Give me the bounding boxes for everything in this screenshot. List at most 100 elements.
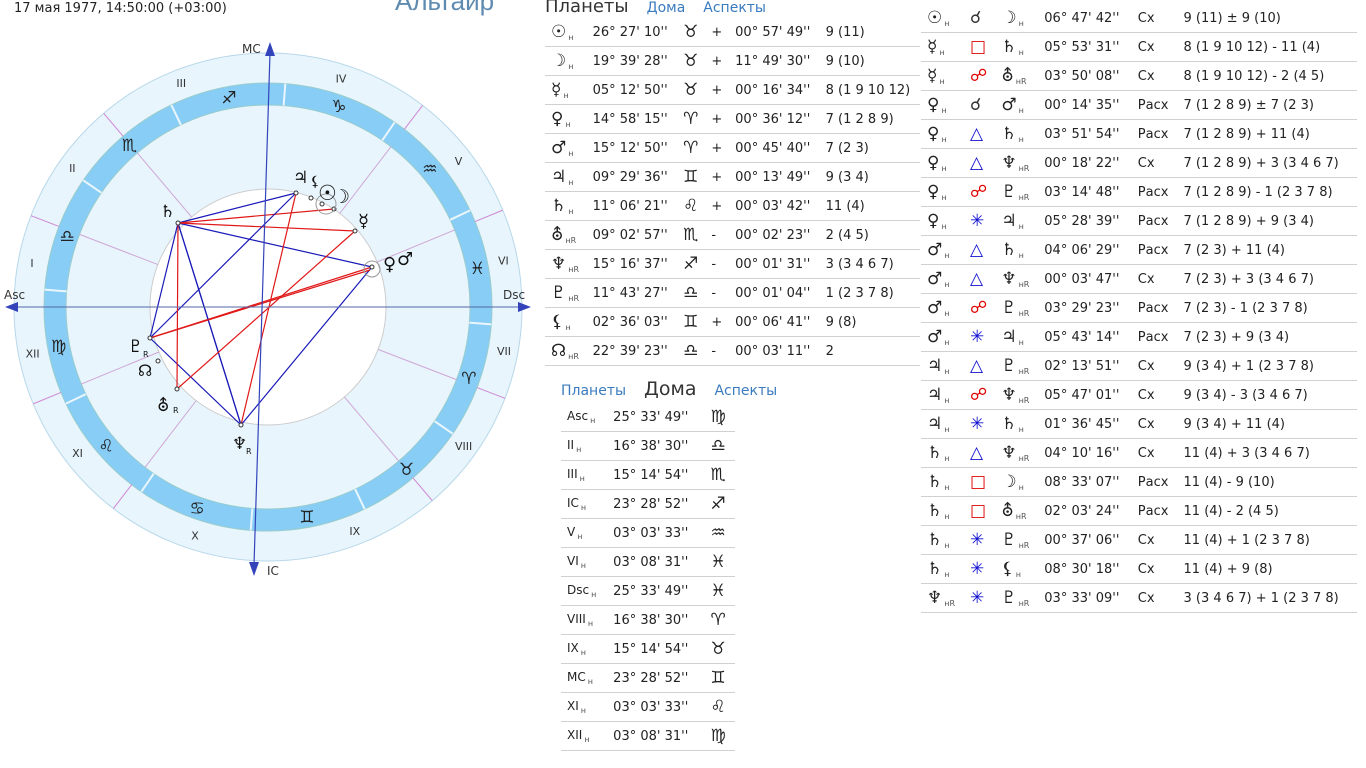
planet-row: ♀ н 14° 58' 15'' ♈ +00° 36' 12'' 7 (1 2 8 9) (545, 104, 920, 134)
planet-row: ☉ н 26° 27' 10'' ♉ +00° 57' 49'' 9 (11) (545, 18, 920, 47)
planet-position: 05° 12' 50'' (586, 75, 678, 105)
aspect-houses: 8 (1 9 10 12) - 11 (4) (1177, 32, 1357, 62)
house-name: IX н (561, 634, 608, 664)
planet-house: 8 (1 9 10 12) (819, 75, 920, 105)
planet-direction: + (705, 104, 730, 134)
planet-dot (369, 264, 375, 270)
planet-glyph: ♄ н (921, 496, 964, 526)
houses-tabs: Планеты Дома Аспекты (561, 378, 777, 400)
planet-position: 26° 27' 10'' (586, 18, 678, 47)
jupiter-icon: ♃ н (545, 162, 587, 192)
house-position: 15° 14' 54'' (607, 634, 705, 664)
houses-section: Планеты Дома Аспекты Asc н 25° 33' 49'' ♍ II… (561, 378, 777, 751)
house-position: 16° 38' 30'' (607, 431, 705, 461)
aspect-kind: Расх (1131, 119, 1178, 149)
planet-speed: 00° 45' 40'' (729, 133, 820, 163)
planet-speed: 00° 03' 11'' (729, 336, 820, 366)
house-name: MC н (561, 663, 608, 693)
house-name: VIII н (561, 605, 608, 635)
aspect-row: ♀ н ☌ ♂ н 00° 14' 35'' Расх 7 (1 2 8 9) ± 7 (2 … (921, 90, 1357, 120)
trine-icon: △ (963, 264, 996, 294)
aspect-houses: 9 (3 4) - 3 (3 4 6 7) (1177, 380, 1357, 410)
house-position: 03° 03' 33'' (607, 518, 705, 548)
aspect-kind: Расх (1131, 293, 1178, 323)
planet-row: ♂ н 15° 12' 50'' ♈ +00° 45' 40'' 7 (2 3) (545, 133, 920, 163)
aspect-row: ♂ н ☍ ♇ нR 03° 29' 23'' Расх 7 (2 3) - 1 (2 3 7… (921, 293, 1357, 323)
retro-mark: R (246, 447, 252, 456)
house-numeral: III (176, 77, 186, 90)
virgo-icon: ♍ (704, 721, 735, 751)
sextile-icon: ✳ (963, 525, 996, 555)
planet-direction: + (705, 18, 730, 47)
dsc-label: Dsc (503, 288, 525, 302)
neptune-icon: ♆ (232, 434, 247, 454)
planet-glyph: ♂ н (921, 264, 964, 294)
house-name: Vн (561, 518, 608, 548)
mercury-icon: ☿ н (545, 75, 587, 105)
square-icon: □ (963, 32, 996, 62)
pisces-icon: ♓ (470, 259, 485, 279)
house-name: III н (561, 460, 608, 490)
gemini-icon: ♊ (299, 507, 314, 527)
aspect-houses: 11 (4) - 2 (4 5) (1177, 496, 1357, 526)
planet-speed: 00° 01' 31'' (729, 249, 820, 279)
aspect-houses: 7 (1 2 8 9) + 3 (3 4 6 7) (1177, 148, 1357, 178)
sagittarius-icon: ♐ (221, 89, 236, 109)
house-name: VI н (561, 547, 608, 577)
tab-aspects[interactable]: Аспекты (714, 383, 777, 399)
house-row: III н 15° 14' 54'' ♏ (561, 460, 735, 490)
planet-direction: - (705, 278, 730, 308)
aspect-row: ♀ н △ ♆ нR 00° 18' 22'' Сх 7 (1 2 8 9) + 3 (3 4… (921, 148, 1357, 178)
chart-date: 17 мая 1977, 14:50:00 (+03:00) (14, 1, 227, 16)
tab-houses[interactable]: Дома (647, 0, 686, 16)
house-position: 15° 14' 54'' (607, 460, 705, 490)
house-row: MC н 23° 28' 52'' ♊ (561, 663, 735, 693)
aspect-kind: Сх (1131, 148, 1178, 178)
sextile-icon: ✳ (963, 322, 996, 352)
planet-row: ☽ н 19° 39' 28'' ♉ +11° 49' 30'' 9 (10) (545, 46, 920, 76)
planet-speed: 00° 03' 42'' (729, 191, 820, 221)
planet-house: 2 (4 5) (819, 220, 920, 250)
aspect-houses: 7 (2 3) + 11 (4) (1177, 235, 1357, 265)
planet-direction: + (705, 133, 730, 163)
aspect-row: ♆ нR ✳ ♇ нR 03° 33' 09'' Сх 3 (3 4 6 7) + 1 (2 … (921, 583, 1357, 613)
venus-icon: ♀ н (545, 104, 587, 134)
tab-planets[interactable]: Планеты (545, 0, 629, 17)
trine-icon: △ (963, 119, 996, 149)
tab-aspects[interactable]: Аспекты (703, 0, 766, 16)
planet-glyph: ♀ н (921, 90, 964, 120)
aspect-kind: Расх (1131, 496, 1178, 526)
trine-icon: △ (963, 438, 996, 468)
planet-glyph: ⛢ нR (995, 61, 1039, 91)
aspect-houses: 7 (2 3) + 9 (3 4) (1177, 322, 1357, 352)
house-numeral: VIII (455, 440, 472, 453)
venus-icon: ♀ (383, 254, 396, 275)
scorpio-icon: ♏ (677, 220, 706, 250)
planet-house: 7 (2 3) (819, 133, 920, 163)
aries-icon: ♈ (677, 104, 706, 134)
aspect-kind: Сх (1131, 4, 1178, 33)
aspect-row: ♃ н ☍ ♆ нR 05° 47' 01'' Сх 9 (3 4) - 3 (3 4 6 7… (921, 380, 1357, 410)
planet-glyph: ♂ н (921, 235, 964, 265)
house-numeral: I (30, 257, 33, 270)
taurus-icon: ♉ (677, 46, 706, 76)
tab-houses[interactable]: Дома (644, 378, 696, 400)
aspect-houses: 8 (1 9 10 12) - 2 (4 5) (1177, 61, 1357, 91)
moon-icon: ☽ н (545, 46, 587, 76)
aspect-orb: 03° 50' 08'' (1038, 61, 1132, 91)
planet-house: 7 (1 2 8 9) (819, 104, 920, 134)
house-numeral: VI (498, 254, 509, 267)
planet-row: ☿ н 05° 12' 50'' ♉ +00° 16' 34'' 8 (1 9 10 12… (545, 75, 920, 105)
house-row: XII н 03° 08' 31'' ♍ (561, 721, 735, 751)
house-row: IC н 23° 28' 52'' ♐ (561, 489, 735, 519)
tab-planets[interactable]: Планеты (561, 383, 626, 399)
planet-position: 14° 58' 15'' (586, 104, 678, 134)
aspect-orb: 00° 37' 06'' (1038, 525, 1132, 555)
sagittarius-icon: ♐ (677, 249, 706, 279)
aspect-orb: 03° 33' 09'' (1038, 583, 1132, 613)
house-position: 25° 33' 49'' (607, 403, 705, 432)
square-icon: □ (963, 496, 996, 526)
aspect-kind: Сх (1131, 380, 1178, 410)
natal-chart-wheel: ♈♉♊♋♌♍♎♏♐ ♑♒♓ IIIIII IVVVIVIIVIIIIXXXIXII … (4, 42, 531, 578)
planets-section: Планеты Дома Аспекты ☉ н 26° 27' 10'' ♉ +00°… (545, 0, 920, 366)
